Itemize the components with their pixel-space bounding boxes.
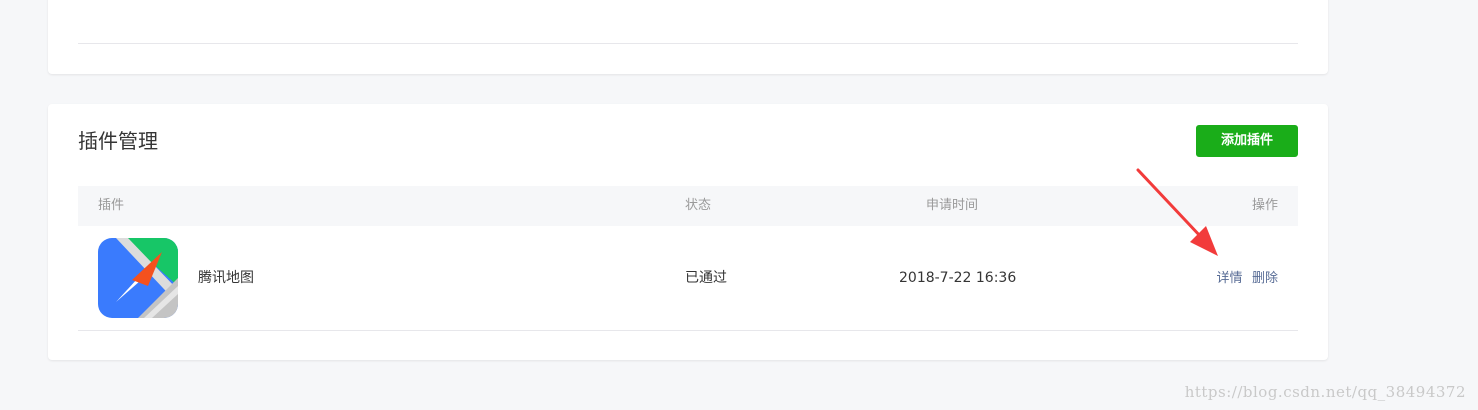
section-divider [78,43,1298,44]
plugin-name: 腾讯地图 [198,270,254,286]
plugin-table: 插件 状态 申请时间 操作 腾讯地图 已通过 2018-7-22 16:36 详… [78,186,1298,331]
tencent-map-logo-icon [98,238,178,318]
page: 插件管理 添加插件 插件 状态 申请时间 操作 腾讯地图 已通过 2018-7-… [0,0,1478,410]
table-header: 插件 状态 申请时间 操作 [78,186,1298,226]
column-header-plugin: 插件 [98,198,125,213]
table-row: 腾讯地图 已通过 2018-7-22 16:36 详情 删除 [78,226,1298,331]
section-title: 插件管理 [78,129,158,153]
delete-link[interactable]: 删除 [1252,271,1278,286]
status-text: 已通过 [685,270,727,286]
detail-link[interactable]: 详情 [1217,271,1243,286]
annotation-arrow-icon [1136,168,1218,256]
column-header-actions: 操作 [1251,198,1278,213]
row-actions: 详情 删除 [1212,268,1278,289]
watermark: https://blog.csdn.net/qq_38494372 [1184,383,1466,401]
apply-time-text: 2018-7-22 16:36 [899,270,1017,286]
previous-section-card [48,0,1328,74]
column-header-status: 状态 [685,198,712,213]
column-header-apply-time: 申请时间 [926,198,979,213]
add-plugin-button[interactable]: 添加插件 [1196,125,1298,157]
